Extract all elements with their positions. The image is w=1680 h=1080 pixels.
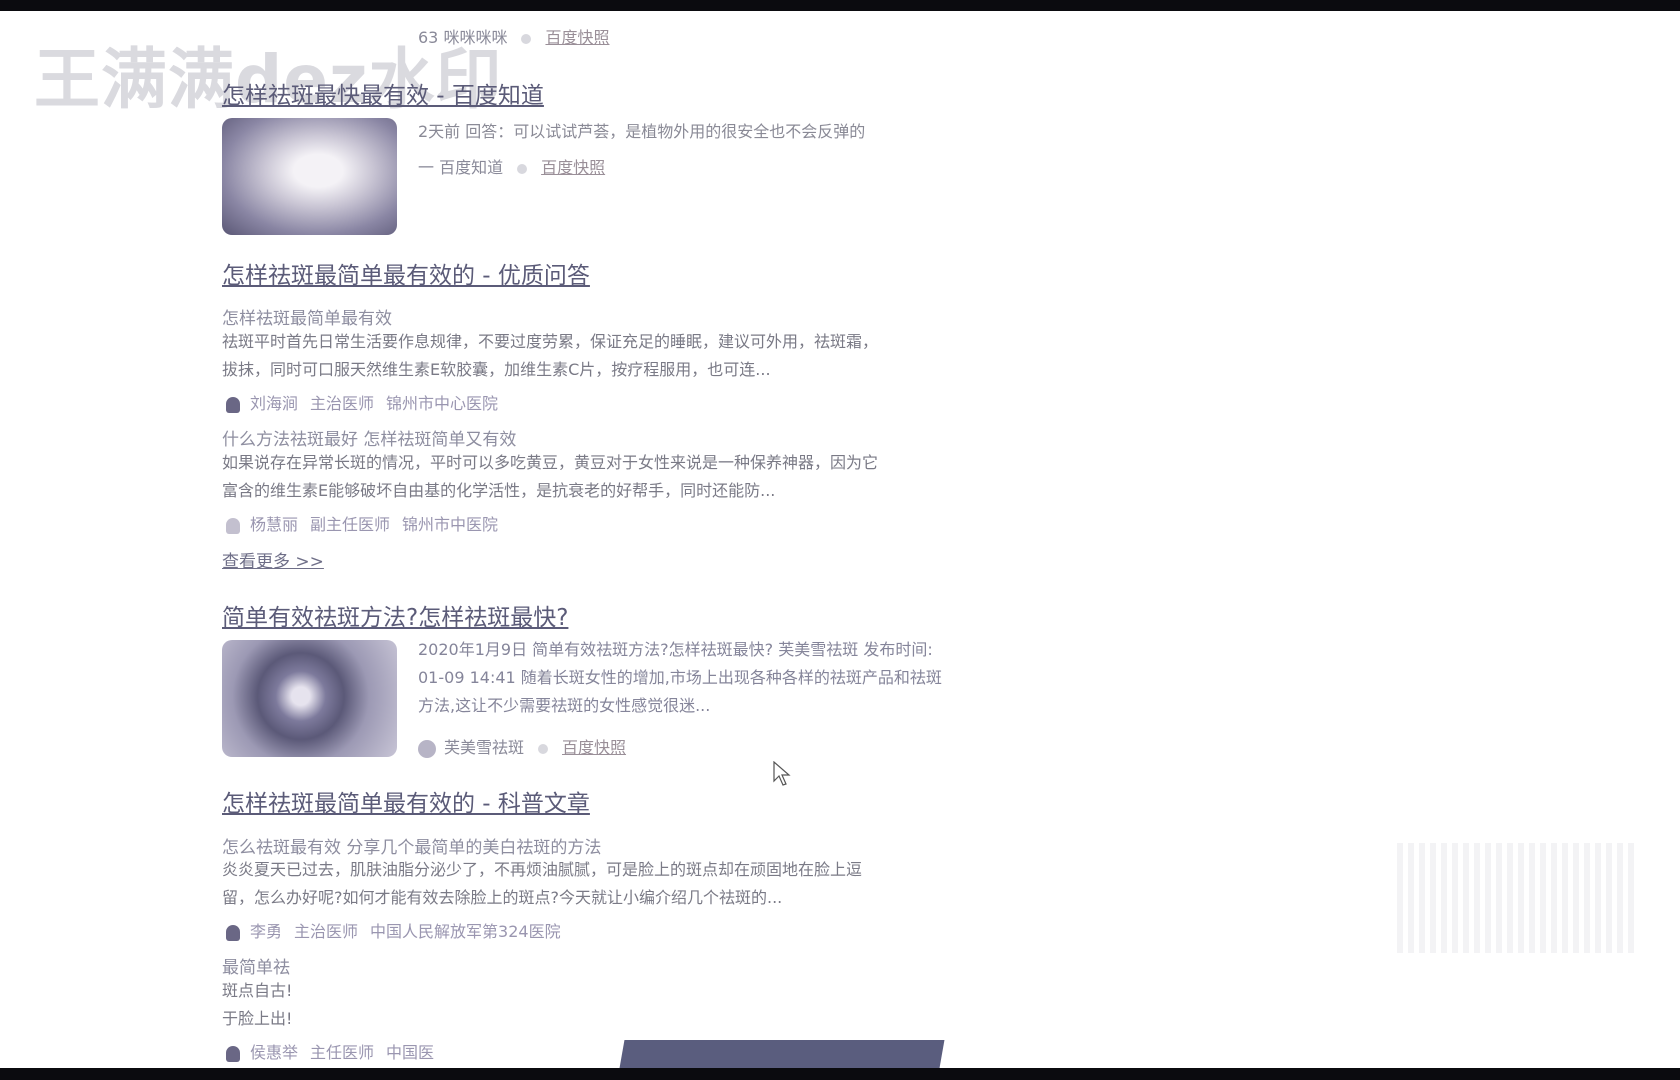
doctor-avatar-icon (226, 924, 240, 941)
result-item: 怎样祛斑最快最有效 - 百度知道 (222, 76, 982, 110)
qa-question[interactable]: 怎么祛斑最有效 分享几个最简单的美白祛斑的方法 (222, 833, 601, 858)
qa-answer-line: 炎炎夏天已过去，肌肤油脂分泌少了，不再烦油腻腻，可是脸上的斑点却在顽固地在脸上逗 (222, 860, 863, 879)
partial-result-meta: 63 咪咪咪咪 百度快照 (418, 24, 609, 48)
cache-link[interactable]: 百度快照 (541, 158, 605, 177)
snippet-line: 01-09 14:41 随着长斑女性的增加,市场上出现各种各样的祛斑产品和祛斑 (418, 668, 942, 687)
author-title: 主任医师 (310, 1043, 375, 1062)
top-black-bar (0, 0, 1680, 11)
snippet-line: 方法,这让不少需要祛斑的女性感觉很迷... (418, 696, 711, 715)
qa-author: 刘海涧 主治医师 锦州市中心医院 (226, 390, 498, 414)
result-title[interactable]: 怎样祛斑最简单最有效的 - 优质问答 (222, 256, 982, 290)
qa-answer: 祛斑平时首先日常生活要作息规律，不要过度劳累，保证充足的睡眠，建议可外用，祛斑霜… (222, 328, 982, 384)
result-item: 简单有效祛斑方法?怎样祛斑最快? (222, 598, 982, 632)
dot-icon (517, 163, 528, 174)
qa-answer-line: 祛斑平时首先日常生活要作息规律，不要过度劳累，保证充足的睡眠，建议可外用，祛斑霜… (222, 332, 879, 351)
result-source-line: 一 百度知道 百度快照 (418, 154, 605, 178)
author-name: 侯惠举 (250, 1043, 299, 1062)
snippet-line: 2020年1月9日 简单有效祛斑方法?怎样祛斑最快? 芙美雪祛斑 发布时间: (418, 640, 933, 659)
author-title: 副主任医师 (310, 515, 391, 534)
qa-answer: 斑点自古! 于脸上出! (222, 977, 342, 1033)
source-logo-icon (418, 739, 436, 758)
result-title[interactable]: 简单有效祛斑方法?怎样祛斑最快? (222, 598, 982, 632)
author-hospital: 中国人民解放军第324医院 (370, 922, 561, 941)
mouse-cursor-icon (773, 761, 791, 786)
qa-question[interactable]: 最简单祛 (222, 953, 290, 978)
author-title: 主治医师 (310, 394, 375, 413)
result-snippet: 2020年1月9日 简单有效祛斑方法?怎样祛斑最快? 芙美雪祛斑 发布时间: 0… (418, 636, 988, 720)
cache-link[interactable]: 百度快照 (545, 28, 609, 47)
cache-link[interactable]: 百度快照 (562, 738, 626, 757)
author-name: 杨慧丽 (250, 515, 299, 534)
result-item: 怎样祛斑最简单最有效的 - 科普文章 (222, 784, 982, 818)
taskbar-tab[interactable] (619, 1040, 945, 1068)
doctor-avatar-icon (226, 396, 240, 413)
source-name: 芙美雪祛斑 (444, 738, 525, 757)
dot-icon (538, 743, 549, 754)
result-title[interactable]: 怎样祛斑最快最有效 - 百度知道 (222, 76, 982, 110)
author-title: 主治医师 (294, 922, 359, 941)
qa-answer-line: 拔抹，同时可口服天然维生素E软胶囊，加维生素C片，按疗程服用，也可连... (222, 360, 771, 379)
see-more-link[interactable]: 查看更多 >> (222, 547, 324, 572)
qa-answer-line: 斑点自古! (222, 981, 293, 1000)
qa-answer-line: 留，怎么办好呢?如何才能有效去除脸上的斑点?今天就让小编介绍几个祛斑的... (222, 888, 783, 907)
qa-question[interactable]: 怎样祛斑最简单最有效 (222, 304, 392, 329)
bottom-black-bar (0, 1068, 1680, 1080)
qa-author: 杨慧丽 副主任医师 锦州市中医院 (226, 511, 498, 535)
qa-answer-line: 于脸上出! (222, 1009, 293, 1028)
result-item: 怎样祛斑最简单最有效的 - 优质问答 (222, 256, 982, 290)
qa-answer: 炎炎夏天已过去，肌肤油脂分泌少了，不再烦油腻腻，可是脸上的斑点却在顽固地在脸上逗… (222, 856, 982, 912)
result-source-line: 芙美雪祛斑 百度快照 (418, 734, 626, 758)
author-hospital: 中国医 (386, 1043, 435, 1062)
result-thumbnail[interactable] (222, 640, 397, 757)
result-snippet: 2天前 回答：可以试试芦荟，是植物外用的很安全也不会反弹的 (418, 118, 865, 142)
qa-answer-line: 富含的维生素E能够破坏自由基的化学活性，是抗衰老的好帮手，同时还能防... (222, 481, 776, 500)
qa-answer: 如果说存在异常长斑的情况，平时可以多吃黄豆，黄豆对于女性来说是一种保养神器，因为… (222, 449, 982, 505)
author-hospital: 锦州市中心医院 (386, 394, 499, 413)
qa-question[interactable]: 什么方法祛斑最好 怎样祛斑简单又有效 (222, 425, 516, 450)
author-name: 刘海涧 (250, 394, 299, 413)
qa-answer-line: 如果说存在异常长斑的情况，平时可以多吃黄豆，黄豆对于女性来说是一种保养神器，因为… (222, 453, 879, 472)
author-name: 李勇 (250, 922, 283, 941)
source-name: 一 百度知道 (418, 158, 504, 177)
result-title[interactable]: 怎样祛斑最简单最有效的 - 科普文章 (222, 784, 982, 818)
doctor-avatar-icon (226, 1045, 240, 1062)
dot-icon (521, 33, 532, 44)
author-hospital: 锦州市中医院 (402, 515, 499, 534)
qa-author: 侯惠举 主任医师 中国医 (226, 1039, 434, 1063)
result-thumbnail[interactable] (222, 118, 397, 235)
snippet-text: 2天前 回答：可以试试芦荟，是植物外用的很安全也不会反弹的 (418, 122, 866, 141)
qa-author: 李勇 主治医师 中国人民解放军第324医院 (226, 918, 561, 942)
partial-result-source: 63 咪咪咪咪 (418, 28, 508, 47)
doctor-avatar-icon (226, 517, 240, 534)
image-artifact (1397, 843, 1637, 953)
